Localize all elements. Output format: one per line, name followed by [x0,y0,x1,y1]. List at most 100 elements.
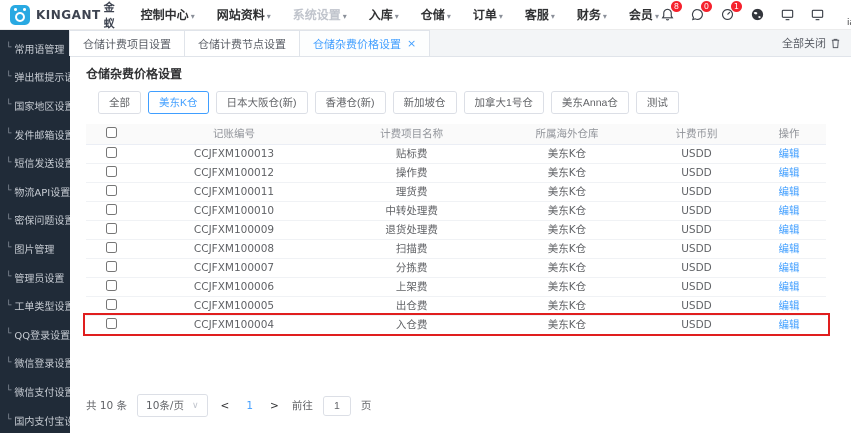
edit-link[interactable]: 编辑 [752,315,826,334]
cell-id: CCJFXM100007 [138,258,330,277]
page-size-select[interactable]: 10条/页 ∨ [137,394,208,417]
row-checkbox[interactable] [106,204,117,215]
cell-id: CCJFXM100013 [138,144,330,163]
sidebar-item-wechat-pay[interactable]: └微信支付设置 [0,377,70,406]
menu-warehouse[interactable]: 仓储▾ [421,6,451,23]
settings-sidebar: └常用语管理 └弹出框提示语管理 └国家地区设置 └发件邮箱设置 └短信发送设置… [0,30,70,433]
cell-currency: USDD [641,144,752,163]
edit-link[interactable]: 编辑 [752,239,826,258]
top-navbar: KINGANT 金蚁 控制中心▾ 网站资料▾ 系统设置▾ 入库▾ 仓储▾ 订单▾… [0,0,851,30]
warehouse-filter-group: 全部 美东K仓 日本大阪仓(新) 香港仓(新) 新加坡仓 加拿大1号仓 美东An… [98,91,851,114]
cell-fee-name: 贴标费 [330,144,493,163]
goto-label: 前往 [292,398,313,413]
tree-branch-icon: └ [6,243,11,253]
tab-misc-fee-prices[interactable]: 仓储杂费价格设置 × [299,30,430,56]
menu-customer-service[interactable]: 客服▾ [525,6,555,23]
cell-fee-name: 退货处理费 [330,220,493,239]
sidebar-item-security-question[interactable]: └密保问题设置 [0,206,70,235]
menu-system-settings[interactable]: 系统设置▾ [293,6,347,23]
tab-billing-items[interactable]: 仓储计费项目设置 [69,30,185,56]
table-row: CCJFXM100005 出仓费 美东K仓 USDD 编辑 [86,296,826,315]
edit-link[interactable]: 编辑 [752,277,826,296]
edit-link[interactable]: 编辑 [752,144,826,163]
edit-link[interactable]: 编辑 [752,163,826,182]
row-checkbox[interactable] [106,223,117,234]
tree-branch-icon: └ [6,301,11,311]
next-page-button[interactable]: > [267,400,282,412]
menu-finance[interactable]: 财务▾ [577,6,607,23]
cell-id: CCJFXM100005 [138,296,330,315]
prev-page-button[interactable]: < [218,400,233,412]
row-checkbox[interactable] [106,318,117,329]
sidebar-item-alipay-domestic[interactable]: └国内支付宝设置 [0,406,70,433]
chevron-down-icon: ▾ [499,12,503,21]
filter-singapore[interactable]: 新加坡仓 [393,91,457,114]
goto-page-input[interactable] [323,396,351,416]
sidebar-item-common-phrases[interactable]: └常用语管理 [0,34,70,63]
edit-link[interactable]: 编辑 [752,220,826,239]
edit-link[interactable]: 编辑 [752,296,826,315]
menu-control-center[interactable]: 控制中心▾ [141,6,195,23]
edit-link[interactable]: 编辑 [752,201,826,220]
row-checkbox[interactable] [106,261,117,272]
gauge-icon[interactable]: 1 [719,6,736,23]
chat-icon[interactable]: 0 [689,6,706,23]
globe-icon[interactable] [749,6,766,23]
menu-orders[interactable]: 订单▾ [473,6,503,23]
current-page[interactable]: 1 [242,400,257,412]
filter-meidong-k[interactable]: 美东K仓 [148,91,209,114]
filter-meidong-anna[interactable]: 美东Anna仓 [551,91,629,114]
edit-link[interactable]: 编辑 [752,258,826,277]
sidebar-item-country-region[interactable]: └国家地区设置 [0,91,70,120]
gauge-badge: 1 [731,1,742,12]
cell-fee-name: 扫描费 [330,239,493,258]
cell-currency: USDD [641,239,752,258]
sidebar-item-sms-sending[interactable]: └短信发送设置 [0,148,70,177]
page-title: 仓储杂费价格设置 [86,65,851,82]
filter-hongkong-new[interactable]: 香港仓(新) [315,91,386,114]
close-icon[interactable]: × [407,37,416,50]
tree-branch-icon: └ [6,272,11,282]
table-row: CCJFXM100006 上架费 美东K仓 USDD 编辑 [86,277,826,296]
brand-name-cn: 金蚁 [104,0,115,31]
cell-currency: USDD [641,220,752,239]
header-warehouse: 所属海外仓库 [493,124,641,144]
sidebar-item-sender-mailbox[interactable]: └发件邮箱设置 [0,120,70,149]
menu-members[interactable]: 会员▾ [629,6,659,23]
monitor-icon-2[interactable] [809,6,826,23]
sidebar-item-image-management[interactable]: └图片管理 [0,234,70,263]
sidebar-item-admin-settings[interactable]: └管理员设置 [0,263,70,292]
row-checkbox[interactable] [106,185,117,196]
filter-canada-1[interactable]: 加拿大1号仓 [464,91,544,114]
sidebar-item-wechat-login[interactable]: └微信登录设置 [0,349,70,378]
select-all-checkbox[interactable] [106,127,117,138]
sidebar-item-popup-prompts[interactable]: └弹出框提示语管理 [0,63,70,92]
row-checkbox[interactable] [106,166,117,177]
row-checkbox[interactable] [106,242,117,253]
filter-all[interactable]: 全部 [98,91,141,114]
chevron-down-icon: ▾ [191,12,195,21]
user-avatar[interactable]: iadmin [847,2,851,28]
filter-osaka-new[interactable]: 日本大阪仓(新) [216,91,308,114]
row-checkbox[interactable] [106,280,117,291]
chevron-down-icon: ∨ [192,401,199,411]
table-row: CCJFXM100007 分拣费 美东K仓 USDD 编辑 [86,258,826,277]
menu-inbound[interactable]: 入库▾ [369,6,399,23]
cell-id: CCJFXM100008 [138,239,330,258]
menu-site-data[interactable]: 网站资料▾ [217,6,271,23]
sidebar-item-logistics-api[interactable]: └物流API设置 [0,177,70,206]
cell-id: CCJFXM100011 [138,182,330,201]
tab-billing-nodes[interactable]: 仓储计费节点设置 [184,30,300,56]
close-all-tabs-button[interactable]: 全部关闭 [782,30,851,56]
bell-icon[interactable]: 8 [659,6,676,23]
tree-branch-icon: └ [6,415,11,425]
row-checkbox[interactable] [106,299,117,310]
monitor-icon[interactable] [779,6,796,23]
edit-link[interactable]: 编辑 [752,182,826,201]
row-checkbox[interactable] [106,147,117,158]
sidebar-item-ticket-type[interactable]: └工单类型设置 [0,291,70,320]
cell-fee-name: 入仓费 [330,315,493,334]
filter-test[interactable]: 测试 [636,91,679,114]
cell-warehouse: 美东K仓 [493,201,641,220]
sidebar-item-qq-login[interactable]: └QQ登录设置 [0,320,70,349]
